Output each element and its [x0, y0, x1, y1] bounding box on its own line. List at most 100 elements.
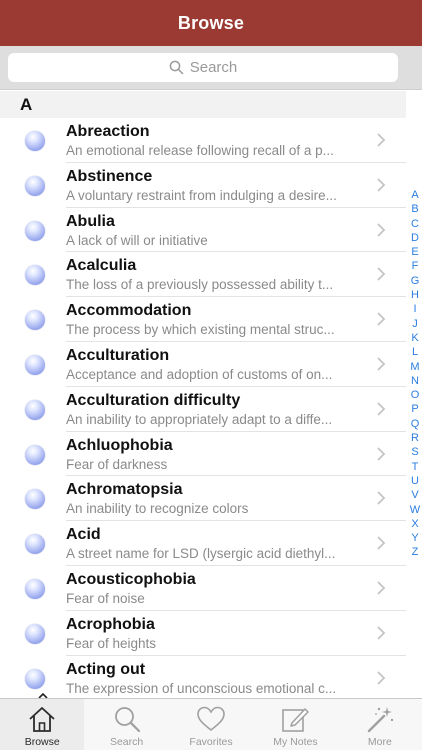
index-letter[interactable]: H: [411, 288, 419, 302]
index-letter[interactable]: S: [411, 445, 418, 459]
chevron-right-icon: [377, 446, 386, 461]
search-placeholder: Search: [189, 59, 238, 76]
bullet-icon: [25, 578, 45, 599]
index-letter[interactable]: X: [411, 517, 418, 531]
tab-label: More: [367, 736, 392, 748]
tab-my-notes[interactable]: My Notes: [253, 699, 337, 750]
term-description: Fear of heights: [66, 635, 157, 651]
chevron-right-icon: [377, 626, 386, 640]
term-title: Acculturation difficulty: [66, 391, 241, 409]
tab-favorites[interactable]: Favorites: [169, 699, 253, 750]
list-item[interactable]: Acting out The expression of unconscious …: [0, 656, 406, 698]
index-letter[interactable]: Y: [411, 531, 418, 545]
list-item[interactable]: Abreaction An emotional release following…: [0, 118, 406, 163]
term-title: Acrophobia: [66, 615, 155, 633]
term-title: Acting out: [66, 660, 146, 678]
term-description: An inability to recognize colors: [66, 501, 249, 517]
index-letter[interactable]: L: [412, 345, 418, 359]
chevron-right-icon: [377, 267, 386, 282]
index-letter[interactable]: O: [411, 388, 420, 402]
alphabet-index[interactable]: ABCDEFGHIJKLMNOPQRSTUVWXYZ: [408, 188, 422, 560]
index-letter[interactable]: V: [411, 488, 418, 502]
list-item[interactable]: Achromatopsia An inability to recognize c…: [0, 476, 406, 522]
index-letter[interactable]: K: [411, 331, 418, 345]
chevron-right-icon: [377, 178, 386, 192]
index-letter[interactable]: P: [411, 402, 418, 416]
heart-icon: [197, 706, 225, 732]
term-title: Acculturation: [66, 346, 170, 364]
search-bar: Search: [0, 46, 422, 90]
tab-label: Browse: [24, 736, 60, 748]
list-item[interactable]: Achluophobia Fear of darkness: [0, 432, 406, 477]
term-description: A voluntary restraint from indulging a d…: [66, 187, 337, 203]
bullet-icon: [25, 354, 45, 375]
term-description: An emotional release following recall of…: [66, 143, 334, 158]
section-letter: A: [20, 94, 33, 114]
bullet-icon: [25, 668, 45, 689]
list-item[interactable]: Acalculia The loss of a previously posses…: [0, 252, 406, 298]
chevron-right-icon: [377, 670, 386, 685]
term-title: Acalculia: [66, 257, 137, 275]
list-item[interactable]: Abstinence A voluntary restraint from ind…: [0, 163, 406, 208]
chevron-right-icon: [377, 581, 386, 595]
index-letter[interactable]: G: [411, 274, 420, 288]
index-letter[interactable]: W: [410, 503, 420, 517]
index-letter[interactable]: D: [411, 231, 419, 245]
chevron-right-icon: [377, 491, 386, 506]
term-list: Abreaction An emotional release following…: [0, 118, 406, 698]
chevron-right-icon: [377, 402, 386, 416]
chevron-right-icon: [377, 357, 386, 371]
tab-more[interactable]: More: [338, 699, 422, 750]
term-description: Fear of darkness: [66, 456, 168, 472]
page-title: Browse: [177, 12, 245, 33]
index-letter[interactable]: U: [411, 474, 419, 488]
index-letter[interactable]: A: [411, 188, 418, 202]
index-letter[interactable]: F: [412, 259, 419, 273]
tab-browse[interactable]: Browse: [0, 699, 85, 750]
tab-search[interactable]: Search: [84, 699, 168, 750]
notepad-icon: [282, 708, 310, 732]
term-title: Abulia: [66, 212, 115, 230]
tab-label: Favorites: [189, 736, 233, 748]
search-icon: [169, 60, 183, 75]
term-description: An inability to appropriately adapt to a…: [66, 411, 333, 427]
term-description: Fear of noise: [66, 590, 145, 606]
term-title: Accommodation: [66, 302, 192, 320]
magnifier-icon: [114, 707, 140, 733]
bullet-icon: [25, 534, 45, 555]
list-item[interactable]: Acculturation difficulty An inability to …: [0, 387, 406, 432]
index-letter[interactable]: Z: [412, 545, 419, 559]
list-item[interactable]: Acousticophobia Fear of noise: [0, 566, 406, 611]
index-letter[interactable]: R: [411, 431, 419, 445]
term-title: Acousticophobia: [66, 570, 196, 588]
list-item[interactable]: Acrophobia Fear of heights: [0, 611, 406, 656]
term-description: A street name for LSD (lysergic acid die…: [66, 546, 336, 562]
index-letter[interactable]: N: [411, 374, 419, 388]
index-letter[interactable]: M: [410, 360, 419, 374]
list-item[interactable]: Acculturation Acceptance and adoption of …: [0, 342, 406, 387]
index-letter[interactable]: J: [412, 317, 418, 331]
index-letter[interactable]: E: [411, 245, 418, 259]
chevron-right-icon: [377, 312, 386, 326]
search-input[interactable]: Search: [8, 53, 398, 82]
list-item[interactable]: Accommodation The process by which existi…: [0, 297, 406, 342]
list-item[interactable]: Abulia A lack of will or initiative: [0, 208, 406, 253]
chevron-right-icon: [377, 133, 386, 147]
term-title: Abreaction: [66, 123, 150, 140]
navigation-bar: Browse: [0, 0, 422, 46]
term-description: A lack of will or initiative: [66, 232, 208, 248]
term-title: Abstinence: [66, 167, 153, 185]
bullet-icon: [25, 444, 45, 465]
index-letter[interactable]: T: [412, 460, 419, 474]
home-icon: [29, 707, 55, 732]
bullet-icon: [25, 220, 45, 241]
index-letter[interactable]: I: [413, 302, 416, 316]
index-letter[interactable]: C: [411, 217, 419, 231]
index-letter[interactable]: B: [411, 202, 418, 216]
term-description: The loss of a previously possessed abili…: [66, 277, 334, 293]
bullet-icon: [25, 265, 45, 286]
index-letter[interactable]: Q: [411, 417, 420, 431]
list-item[interactable]: Acid A street name for LSD (lysergic acid…: [0, 521, 406, 566]
term-title: Acid: [66, 526, 101, 544]
tab-label: My Notes: [273, 736, 318, 748]
